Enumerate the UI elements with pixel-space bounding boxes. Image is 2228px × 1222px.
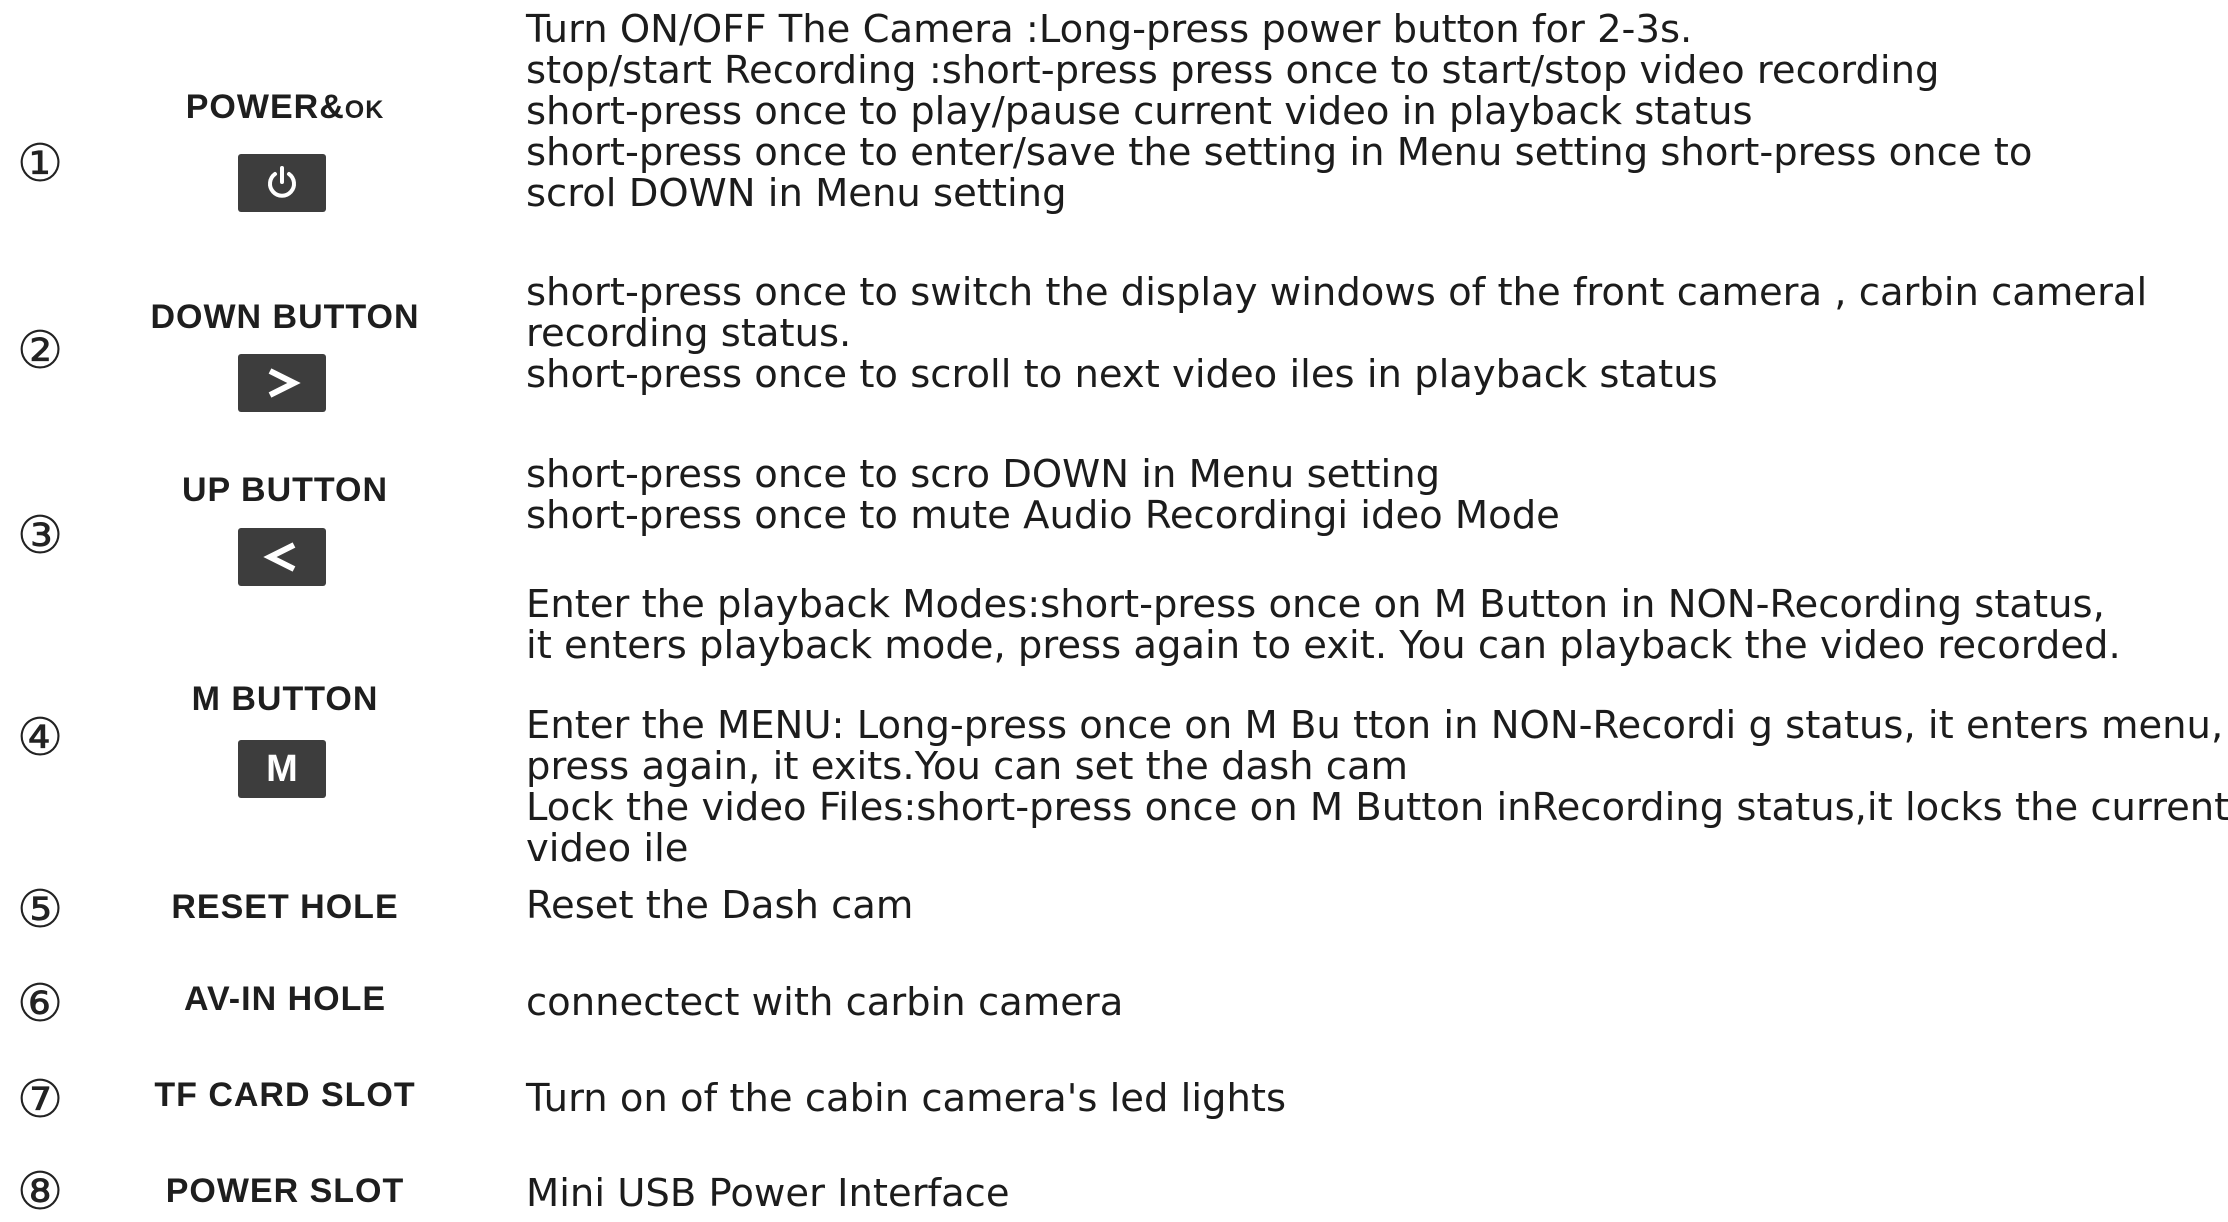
item-3-line: short-press once to mute Audio Recording… bbox=[526, 493, 1560, 538]
down-button-label: DOWN BUTTON bbox=[150, 298, 420, 336]
item-number-4: ④ bbox=[16, 708, 64, 768]
m-key-glyph: M bbox=[266, 747, 298, 790]
item-1-line: short-press once to enter/save the setti… bbox=[526, 130, 2033, 175]
power-icon bbox=[268, 166, 296, 198]
power-ok-label: POWER&OK bbox=[120, 88, 450, 127]
av-in-hole-label: AV-IN HOLE bbox=[183, 980, 387, 1018]
item-1-line: Turn ON/OFF The Camera :Long-press power… bbox=[526, 7, 1693, 52]
tf-card-slot-label: TF CARD SLOT bbox=[154, 1076, 416, 1114]
item-number-3: ③ bbox=[16, 506, 64, 566]
item-4-description: Enter the playback Modes:short-press onc… bbox=[526, 584, 2226, 666]
item-4-line: press again, it exits.You can set the da… bbox=[526, 744, 1409, 789]
item-7-description: Turn on of the cabin camera's led lights bbox=[526, 1076, 1287, 1121]
item-number-1: ① bbox=[16, 134, 64, 194]
chevron-left-icon bbox=[263, 542, 296, 572]
item-number-6: ⑥ bbox=[16, 974, 64, 1034]
item-8-description: Mini USB Power Interface bbox=[526, 1171, 1010, 1216]
reset-hole-label: RESET HOLE bbox=[171, 888, 399, 926]
item-1-line: stop/start Recording :short-press press … bbox=[526, 48, 1940, 93]
item-number-7: ⑦ bbox=[16, 1070, 64, 1130]
item-4-line: Lock the video Files:short-press once on… bbox=[526, 785, 2228, 830]
m-button-label: M BUTTON bbox=[191, 680, 379, 718]
item-2-line: recording status. bbox=[526, 311, 852, 356]
chevron-right-icon bbox=[268, 368, 301, 398]
item-4-line: video ile bbox=[526, 826, 689, 871]
item-number-2: ② bbox=[16, 321, 64, 381]
item-3-line: short-press once to scro DOWN in Menu se… bbox=[526, 452, 1441, 497]
item-4-line: Enter the MENU: Long-press once on M Bu … bbox=[526, 703, 2224, 748]
item-4-line: Enter the playback Modes:short-press onc… bbox=[526, 582, 2105, 627]
item-1-line: short-press once to play/pause current v… bbox=[526, 89, 1753, 134]
item-6-description: connectect with carbin camera bbox=[526, 980, 1124, 1025]
power-slot-label: POWER SLOT bbox=[165, 1172, 405, 1210]
item-2-line: short-press once to switch the display w… bbox=[526, 270, 2148, 315]
down-button-key bbox=[238, 354, 326, 412]
item-number-5: ⑤ bbox=[16, 880, 64, 940]
up-button-key bbox=[238, 528, 326, 586]
m-button-key: M bbox=[238, 740, 326, 798]
up-button-label: UP BUTTON bbox=[181, 471, 389, 509]
item-2-line: short-press once to scroll to next video… bbox=[526, 352, 1718, 397]
item-1-line: scrol DOWN in Menu setting bbox=[526, 171, 1067, 216]
item-5-description: Reset the Dash cam bbox=[526, 883, 914, 928]
item-3-description: short-press once to scro DOWN in Menu se… bbox=[526, 454, 2226, 536]
power-button-key bbox=[238, 154, 326, 212]
item-4-description-2: Enter the MENU: Long-press once on M Bu … bbox=[526, 703, 2228, 871]
ok-label-text: OK bbox=[344, 96, 385, 124]
item-4-line: it enters playback mode, press again to … bbox=[526, 623, 2121, 668]
item-2-description: short-press once to switch the display w… bbox=[526, 272, 2226, 395]
power-label-text: POWER& bbox=[185, 88, 345, 126]
item-1-description: Turn ON/OFF The Camera :Long-press power… bbox=[526, 9, 2226, 214]
item-number-8: ⑧ bbox=[16, 1162, 64, 1222]
